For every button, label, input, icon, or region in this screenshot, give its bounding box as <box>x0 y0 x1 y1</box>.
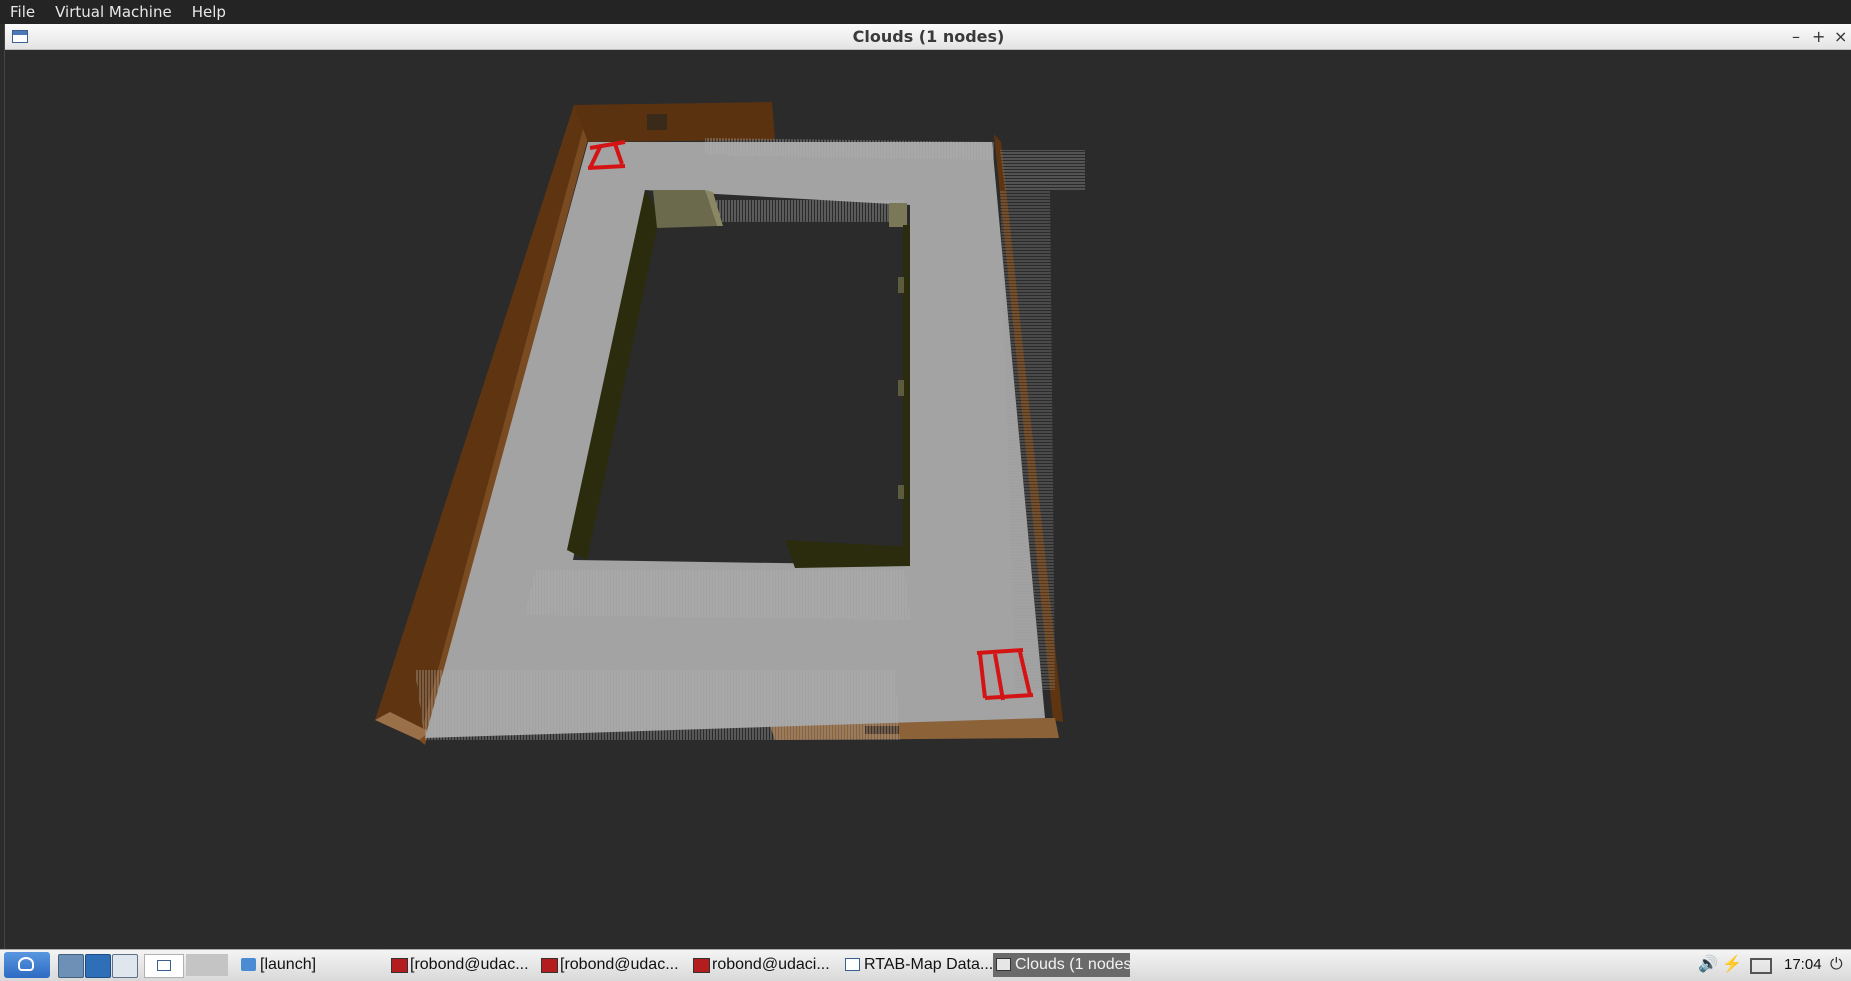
network-icon[interactable] <box>1750 958 1772 974</box>
clouds-window: Clouds (1 nodes) – + × <box>4 24 1851 949</box>
menu-file[interactable]: File <box>0 0 45 24</box>
host-menubar: File Virtual Machine Help <box>0 0 1851 24</box>
file-manager-icon[interactable] <box>58 954 84 978</box>
workspace-1-button[interactable] <box>144 954 184 978</box>
inner-wall-right <box>903 225 910 565</box>
task-terminal-2[interactable]: [robond@udac... <box>538 953 688 977</box>
outer-wall-top <box>574 102 775 142</box>
terminal-icon <box>391 958 408 973</box>
workspace-2-button[interactable] <box>186 954 228 976</box>
task-launch[interactable]: [launch] <box>238 953 388 977</box>
window-controls: – + × <box>1790 24 1847 49</box>
window-icon <box>996 958 1011 971</box>
show-desktop-icon[interactable] <box>112 954 138 978</box>
clock[interactable]: 17:04 <box>1784 950 1822 980</box>
battery-icon[interactable]: ⚡ <box>1722 954 1742 976</box>
terminal-icon <box>541 958 558 973</box>
window-icon <box>845 958 860 971</box>
power-icon[interactable]: ⏻ <box>1830 950 1843 980</box>
task-terminal-3[interactable]: robond@udaci... <box>690 953 842 977</box>
maximize-button[interactable]: + <box>1812 27 1825 46</box>
task-rtabmap[interactable]: RTAB-Map Data... <box>842 953 992 977</box>
window-titlebar[interactable]: Clouds (1 nodes) – + × <box>5 24 1851 50</box>
window-title: Clouds (1 nodes) <box>852 27 1005 46</box>
minimize-button[interactable]: – <box>1790 27 1802 46</box>
volume-icon[interactable]: 🔊 <box>1698 954 1718 976</box>
point-cloud-viewport[interactable] <box>5 50 1851 949</box>
terminal-icon <box>693 958 710 973</box>
menu-help[interactable]: Help <box>182 0 236 24</box>
browser-icon[interactable] <box>85 954 111 978</box>
folder-icon <box>241 958 256 971</box>
task-terminal-1[interactable]: [robond@udac... <box>388 953 538 977</box>
close-button[interactable]: × <box>1834 27 1847 46</box>
task-clouds[interactable]: Clouds (1 nodes) <box>993 953 1130 977</box>
point-cloud-render <box>375 102 1085 745</box>
taskbar: [launch] [robond@udac... [robond@udac...… <box>0 949 1851 981</box>
menu-virtual-machine[interactable]: Virtual Machine <box>45 0 182 24</box>
start-menu-button[interactable] <box>4 952 50 978</box>
